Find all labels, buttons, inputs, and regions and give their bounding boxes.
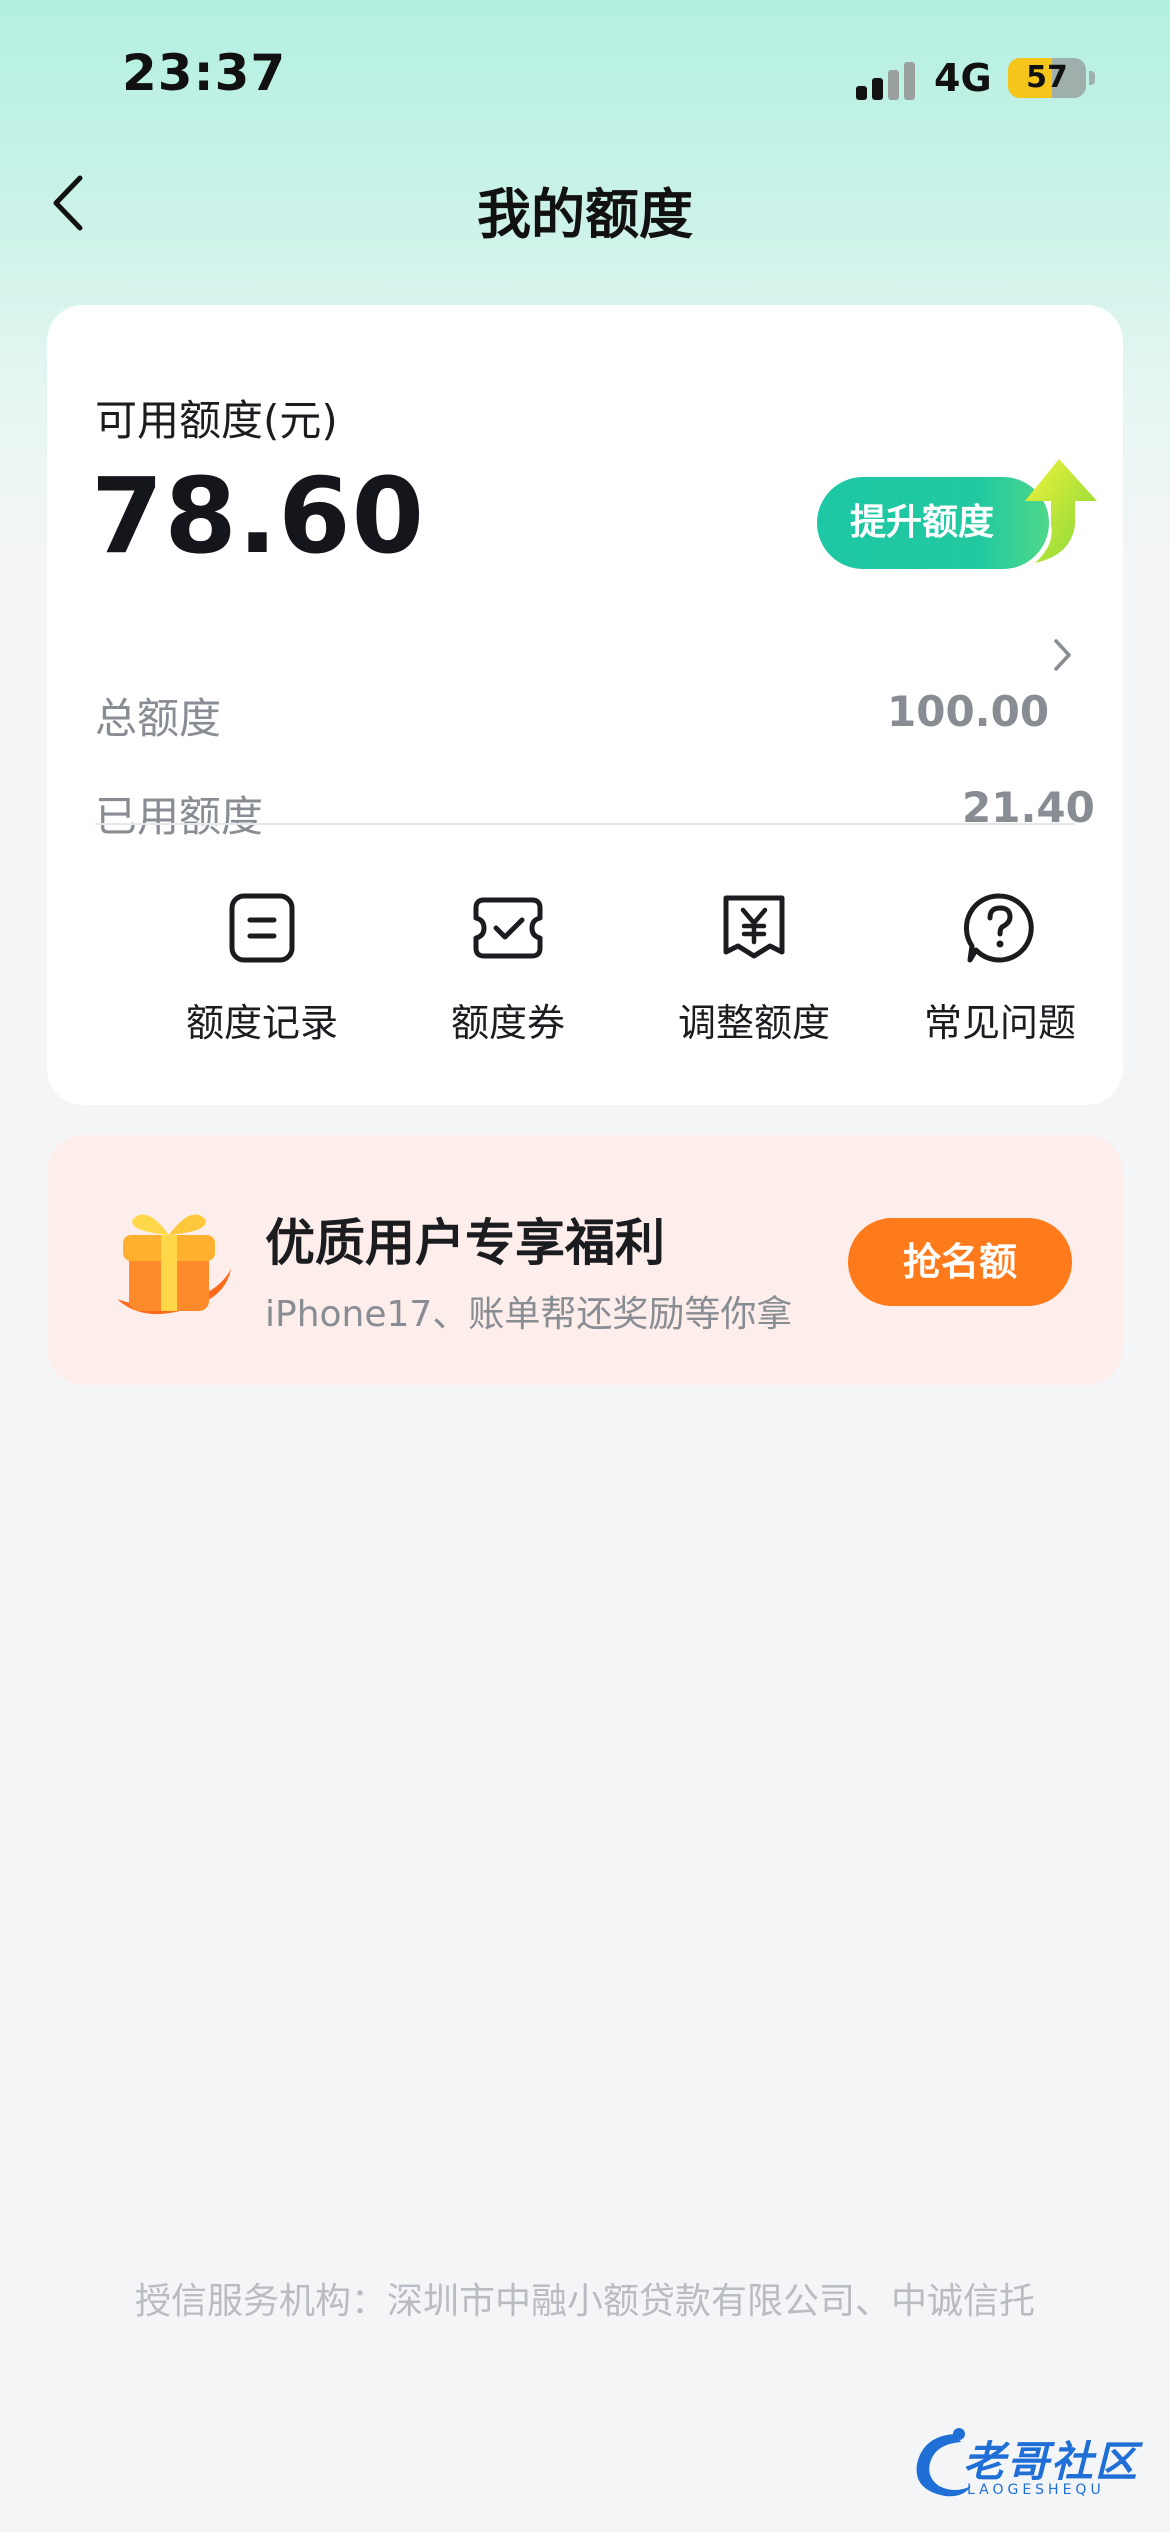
record-icon	[229, 893, 295, 963]
watermark-subtext: LAOGESHEQU	[967, 2482, 1105, 2498]
promo-subtitle: iPhone17、账单帮还奖励等你拿	[265, 1294, 793, 1335]
network-type: 4G	[934, 56, 992, 100]
promo-title: 优质用户专享福利	[265, 1214, 665, 1272]
battery-level: 57	[1026, 60, 1068, 95]
grab-slot-button[interactable]: 抢名额	[848, 1218, 1072, 1306]
raise-quota-label: 提升额度	[849, 502, 994, 543]
cellular-signal-icon	[856, 62, 918, 100]
used-quota-label: 已用额度	[95, 792, 264, 841]
action-label: 额度券	[450, 1001, 565, 1045]
credit-institution-footer: 授信服务机构：深圳市中融小额贷款有限公司、中诚信托	[134, 2281, 1035, 2322]
action-label: 常见问题	[923, 1001, 1076, 1045]
quota-record-action[interactable]: 额度记录	[139, 890, 385, 1050]
chevron-right-icon[interactable]	[1047, 635, 1077, 675]
watermark-logo: 老哥社区 LAOGESHEQU	[905, 2420, 1155, 2510]
question-icon	[963, 893, 1034, 963]
quota-card: 可用额度(元) 78.60 提升额度 总额度 100.00 已用额度 21.40…	[47, 305, 1123, 1105]
battery-icon: 57	[1008, 58, 1086, 98]
yuan-adjust-icon	[723, 895, 785, 959]
quota-coupon-action[interactable]: 额度券	[385, 890, 631, 1050]
adjust-quota-action[interactable]: 调整额度	[631, 890, 877, 1050]
gift-icon	[117, 1214, 231, 1315]
total-quota-value[interactable]: 100.00	[887, 687, 1049, 736]
status-bar: 23:37 4G 57	[0, 0, 1170, 150]
action-label: 额度记录	[185, 1001, 338, 1045]
divider	[95, 823, 1075, 825]
up-arrow-icon	[1025, 459, 1097, 563]
available-quota-amount: 78.60	[91, 455, 425, 577]
status-time: 23:37	[122, 44, 287, 102]
total-quota-label: 总额度	[95, 694, 222, 743]
battery-cap	[1089, 71, 1095, 85]
faq-action[interactable]: 常见问题	[877, 890, 1123, 1050]
promo-card[interactable]: 优质用户专享福利 iPhone17、账单帮还奖励等你拿 抢名额	[47, 1135, 1123, 1385]
coupon-icon	[473, 897, 543, 959]
action-label: 调整额度	[677, 1001, 830, 1045]
available-quota-label: 可用额度(元)	[95, 396, 338, 445]
page-title: 我的额度	[477, 183, 693, 246]
watermark-text: 老哥社区	[963, 2437, 1140, 2486]
quick-actions: 额度记录 额度券 调整额度 常见问题	[47, 890, 1123, 1050]
